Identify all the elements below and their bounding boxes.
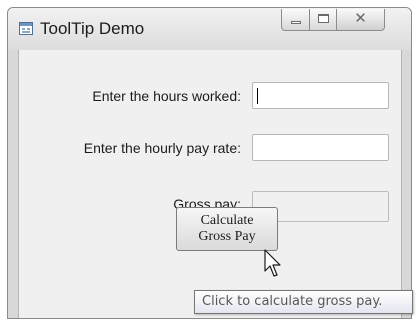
minimize-button[interactable] [281, 9, 310, 31]
hours-input[interactable] [252, 82, 389, 109]
maximize-icon [318, 14, 329, 23]
calculate-gross-pay-button[interactable]: Calculate Gross Pay [176, 207, 278, 251]
hours-label: Enter the hours worked: [92, 88, 241, 104]
minimize-icon [291, 21, 301, 24]
close-button[interactable]: ✕ [337, 9, 385, 31]
form-client-area: Enter the hours worked: Enter the hourly… [18, 50, 402, 318]
calculate-button-line2: Gross Pay [198, 229, 256, 244]
mouse-pointer-icon [264, 249, 281, 277]
form-window-icon [19, 22, 33, 35]
close-icon: ✕ [354, 10, 367, 27]
title-bar[interactable]: ToolTip Demo ✕ [8, 8, 411, 50]
rate-input[interactable] [252, 134, 389, 161]
text-caret [257, 88, 258, 104]
tooltip: Click to calculate gross pay. [194, 290, 413, 314]
window-title: ToolTip Demo [40, 19, 145, 38]
calculate-button-line1: Calculate [200, 213, 254, 228]
window-controls: ✕ [281, 9, 385, 31]
main-window: ToolTip Demo ✕ Enter the hours worked: E… [7, 7, 412, 319]
rate-label: Enter the hourly pay rate: [83, 140, 241, 156]
maximize-button[interactable] [310, 9, 337, 31]
